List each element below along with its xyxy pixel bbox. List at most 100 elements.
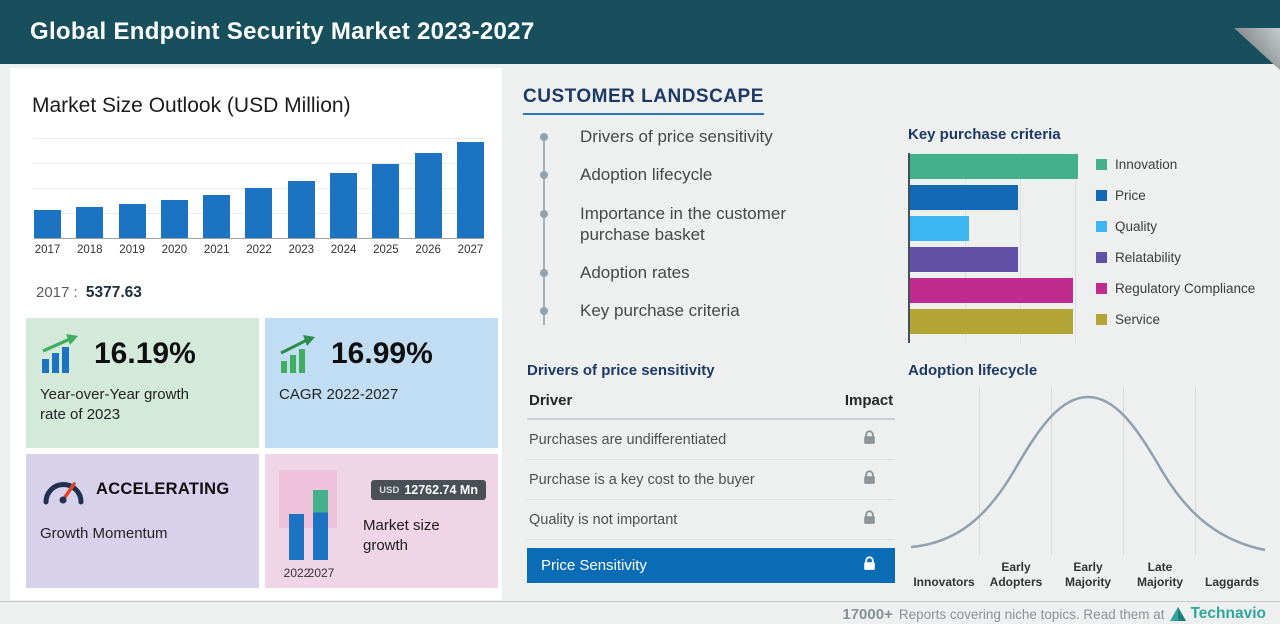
legend-item: Service bbox=[1096, 312, 1255, 327]
adoption-lifecycle-labels: Innovators Early Adopters Early Majority La… bbox=[908, 560, 1268, 590]
market-size-bar bbox=[414, 153, 442, 238]
momentum-value: ACCELERATING bbox=[96, 479, 230, 498]
legend-swatch bbox=[1096, 252, 1107, 263]
bell-curve bbox=[910, 395, 1266, 552]
legend-item: Quality bbox=[1096, 219, 1255, 234]
price-sensitivity-highlight-row: Price Sensitivity bbox=[527, 548, 895, 583]
technavio-arrow-icon bbox=[1170, 607, 1187, 621]
customer-landscape-item: Adoption rates bbox=[536, 262, 836, 283]
legend-item: Relatability bbox=[1096, 250, 1255, 265]
bar-growth-icon bbox=[42, 334, 78, 373]
market-size-bar-chart bbox=[34, 138, 484, 239]
year-tick-label: 2027 bbox=[457, 244, 484, 256]
yoy-growth-value: 16.19% bbox=[94, 337, 196, 370]
legend-swatch bbox=[1096, 314, 1107, 325]
market-size-panel: Market Size Outlook (USD Million) 2017 20… bbox=[10, 68, 502, 600]
adoption-stage-label: Late Majority bbox=[1136, 560, 1183, 589]
legend-swatch bbox=[1096, 221, 1107, 232]
market-size-year-axis: 2017 2018 2019 2020 2021 2022 2023 2024 2025 2026… bbox=[34, 244, 484, 256]
technavio-logo[interactable]: Technavio bbox=[1170, 605, 1266, 623]
key-purchase-criteria-chart bbox=[908, 153, 1080, 343]
mini-bar-2027 bbox=[313, 490, 328, 560]
infographic-stage: Global Endpoint Security Market 2023-202… bbox=[0, 0, 1280, 624]
badge-currency: USD bbox=[379, 484, 400, 496]
driver-label: Purchase is a key cost to the buyer bbox=[529, 471, 755, 488]
legend-label: Innovation bbox=[1115, 157, 1178, 172]
lock-icon bbox=[863, 470, 875, 484]
impact-lock-cell bbox=[843, 430, 895, 449]
footer-text: Reports covering niche topics. Read them… bbox=[898, 606, 1165, 622]
price-sensitivity-section: Drivers of price sensitivity Driver Impa… bbox=[527, 362, 895, 583]
adoption-stage-label: Early Adopters bbox=[989, 560, 1043, 589]
criteria-bar bbox=[910, 185, 1018, 210]
base-year-value-line: 2017 : 5377.63 bbox=[36, 284, 142, 302]
badge-value: 12762.74 Mn bbox=[404, 483, 478, 497]
criteria-bar bbox=[910, 247, 1018, 272]
mini-growth-chart: 2022 2027 bbox=[279, 464, 363, 586]
driver-row: Quality is not important bbox=[527, 500, 895, 540]
impact-lock-cell bbox=[843, 510, 895, 529]
trend-up-icon bbox=[280, 335, 315, 373]
growth-value-badge: USD 12762.74 Mn bbox=[371, 480, 486, 500]
market-size-bar bbox=[287, 181, 315, 238]
criteria-bar bbox=[910, 154, 1078, 179]
report-count: 17000+ bbox=[842, 605, 893, 623]
year-tick-label: 2018 bbox=[77, 244, 103, 256]
price-sensitivity-table-header: Driver Impact bbox=[527, 379, 895, 420]
year-tick-label: 2022 bbox=[246, 244, 272, 256]
lock-icon bbox=[863, 510, 875, 524]
mini-year-2027: 2027 bbox=[307, 566, 335, 580]
driver-label: Quality is not important bbox=[529, 511, 678, 528]
key-purchase-criteria-section: Key purchase criteria Innovation Price Qua… bbox=[908, 126, 1273, 343]
year-tick-label: 2019 bbox=[119, 244, 145, 256]
legend-item: Price bbox=[1096, 188, 1255, 203]
market-size-bar bbox=[34, 210, 61, 238]
legend-label: Service bbox=[1115, 312, 1161, 327]
adoption-stage-label: Innovators bbox=[913, 575, 975, 589]
market-size-bar bbox=[203, 195, 231, 238]
key-purchase-criteria-legend: Innovation Price Quality Relatability Regula… bbox=[1096, 153, 1255, 343]
momentum-label: Growth Momentum bbox=[40, 525, 168, 542]
customer-landscape-item: Drivers of price sensitivity bbox=[536, 126, 836, 147]
year-tick-label: 2021 bbox=[203, 244, 230, 256]
legend-label: Price bbox=[1115, 188, 1146, 203]
market-growth-label: Market size growth bbox=[363, 517, 440, 555]
yoy-growth-label: Year-over-Year growth rate of 2023 bbox=[40, 386, 189, 424]
criteria-bar bbox=[910, 309, 1073, 334]
legend-label: Regulatory Compliance bbox=[1115, 281, 1256, 296]
year-tick-label: 2024 bbox=[330, 244, 357, 256]
lock-icon bbox=[863, 556, 875, 570]
customer-landscape-item: Importance in the customer purchase bask… bbox=[536, 203, 836, 246]
legend-item: Innovation bbox=[1096, 157, 1255, 172]
impact-column-header: Impact bbox=[844, 392, 894, 409]
highlight-lock-cell bbox=[843, 556, 895, 575]
key-purchase-criteria-title: Key purchase criteria bbox=[908, 126, 1061, 143]
market-growth-card: 2022 2027 USD 12762.74 Mn Market size gr… bbox=[265, 454, 498, 588]
legend-item: Regulatory Compliance bbox=[1096, 281, 1255, 296]
adoption-lifecycle-section: Adoption lifecycle Innovators Early Adopt… bbox=[908, 362, 1268, 590]
market-size-bar bbox=[456, 142, 484, 238]
yoy-growth-card: 16.19% Year-over-Year growth rate of 202… bbox=[26, 318, 259, 448]
header-bar: Global Endpoint Security Market 2023-202… bbox=[0, 0, 1280, 64]
customer-landscape-list: Drivers of price sensitivity Adoption lif… bbox=[536, 126, 836, 339]
mini-bar-2022 bbox=[289, 514, 304, 560]
criteria-bar bbox=[910, 216, 969, 241]
legend-swatch bbox=[1096, 283, 1107, 294]
technavio-brand-name: Technavio bbox=[1190, 605, 1266, 622]
year-tick-label: 2025 bbox=[373, 244, 399, 256]
market-size-bar bbox=[330, 173, 358, 238]
market-size-bar bbox=[118, 204, 146, 238]
lock-icon bbox=[863, 430, 875, 444]
driver-label: Purchases are undifferentiated bbox=[529, 431, 727, 448]
price-sensitivity-highlight-label: Price Sensitivity bbox=[541, 557, 647, 574]
legend-label: Quality bbox=[1115, 219, 1158, 234]
customer-landscape-item: Adoption lifecycle bbox=[536, 164, 836, 185]
year-tick-label: 2026 bbox=[415, 244, 441, 256]
customer-landscape-title: CUSTOMER LANDSCAPE bbox=[523, 86, 764, 115]
adoption-stage-label: Early Majority bbox=[1064, 560, 1111, 589]
impact-lock-cell bbox=[843, 470, 895, 489]
footer: 17000+ Reports covering niche topics. Re… bbox=[842, 604, 1266, 624]
market-size-bar bbox=[372, 164, 400, 238]
footer-divider bbox=[0, 601, 1280, 602]
momentum-card: ACCELERATING Growth Momentum bbox=[26, 454, 259, 588]
